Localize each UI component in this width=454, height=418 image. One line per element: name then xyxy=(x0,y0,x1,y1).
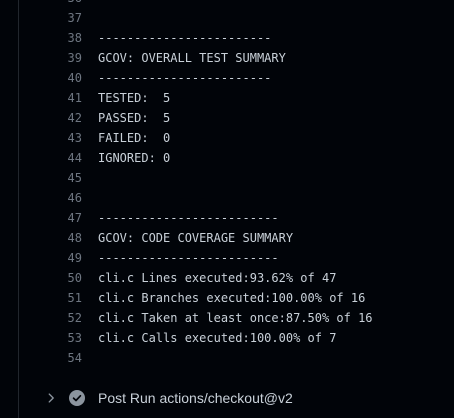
log-text: PASSED: 5 xyxy=(98,111,171,125)
line-number[interactable]: 38 xyxy=(52,28,82,48)
line-number[interactable]: 36 xyxy=(52,0,82,8)
log-line: 45 xyxy=(0,168,454,188)
line-number[interactable]: 52 xyxy=(52,308,82,328)
log-text: cli.c Branches executed:100.00% of 16 xyxy=(98,291,366,305)
log-line: 41 TESTED: 5 xyxy=(0,88,454,108)
step-label: Post Run actions/checkout@v2 xyxy=(98,390,293,406)
line-number[interactable]: 54 xyxy=(52,348,82,368)
log-line: 51 cli.c Branches executed:100.00% of 16 xyxy=(0,288,454,308)
log-line: 54 xyxy=(0,348,454,368)
log-text: GCOV: CODE COVERAGE SUMMARY xyxy=(98,231,294,245)
line-number[interactable]: 43 xyxy=(52,128,82,148)
log-text: cli.c Lines executed:93.62% of 47 xyxy=(98,271,337,285)
log-text: GCOV: OVERALL TEST SUMMARY xyxy=(98,51,286,65)
log-line: 39 GCOV: OVERALL TEST SUMMARY xyxy=(0,48,454,68)
line-number[interactable]: 45 xyxy=(52,168,82,188)
log-line: 37 xyxy=(0,8,454,28)
log-line: 42 PASSED: 5 xyxy=(0,108,454,128)
log-text: ------------------------- xyxy=(98,251,279,265)
log-text: ------------------------ xyxy=(98,31,272,45)
line-number[interactable]: 48 xyxy=(52,228,82,248)
log-line: 47 ------------------------- xyxy=(0,208,454,228)
line-number[interactable]: 47 xyxy=(52,208,82,228)
log-line: 36 xyxy=(0,0,454,8)
log-line: 53 cli.c Calls executed:100.00% of 7 xyxy=(0,328,454,348)
check-circle-icon xyxy=(69,390,85,406)
line-number[interactable]: 50 xyxy=(52,268,82,288)
log-output: 363738 ------------------------ 39 GCOV: OV… xyxy=(0,0,454,368)
line-number[interactable]: 44 xyxy=(52,148,82,168)
log-text: cli.c Calls executed:100.00% of 7 xyxy=(98,331,337,345)
log-line: 44 IGNORED: 0 xyxy=(0,148,454,168)
log-text: IGNORED: 0 xyxy=(98,151,171,165)
log-line: 49 ------------------------- xyxy=(0,248,454,268)
line-number[interactable]: 42 xyxy=(52,108,82,128)
log-line: 40 ------------------------ xyxy=(0,68,454,88)
log-line: 48 GCOV: CODE COVERAGE SUMMARY xyxy=(0,228,454,248)
step-post-run-checkout[interactable]: Post Run actions/checkout@v2 xyxy=(0,386,454,410)
line-number[interactable]: 41 xyxy=(52,88,82,108)
log-text: TESTED: 5 xyxy=(98,91,171,105)
chevron-right-icon[interactable] xyxy=(44,391,58,405)
log-text: ------------------------ xyxy=(98,71,272,85)
line-number[interactable]: 46 xyxy=(52,188,82,208)
line-number[interactable]: 40 xyxy=(52,68,82,88)
log-line: 46 xyxy=(0,188,454,208)
log-line: 38 ------------------------ xyxy=(0,28,454,48)
log-text: ------------------------- xyxy=(98,211,279,225)
log-line: 43 FAILED: 0 xyxy=(0,128,454,148)
log-line: 52 cli.c Taken at least once:87.50% of 16 xyxy=(0,308,454,328)
log-line: 50 cli.c Lines executed:93.62% of 47 xyxy=(0,268,454,288)
line-number[interactable]: 37 xyxy=(52,8,82,28)
line-number[interactable]: 49 xyxy=(52,248,82,268)
line-number[interactable]: 51 xyxy=(52,288,82,308)
line-number[interactable]: 39 xyxy=(52,48,82,68)
log-text: FAILED: 0 xyxy=(98,131,171,145)
line-number[interactable]: 53 xyxy=(52,328,82,348)
log-text: cli.c Taken at least once:87.50% of 16 xyxy=(98,311,373,325)
